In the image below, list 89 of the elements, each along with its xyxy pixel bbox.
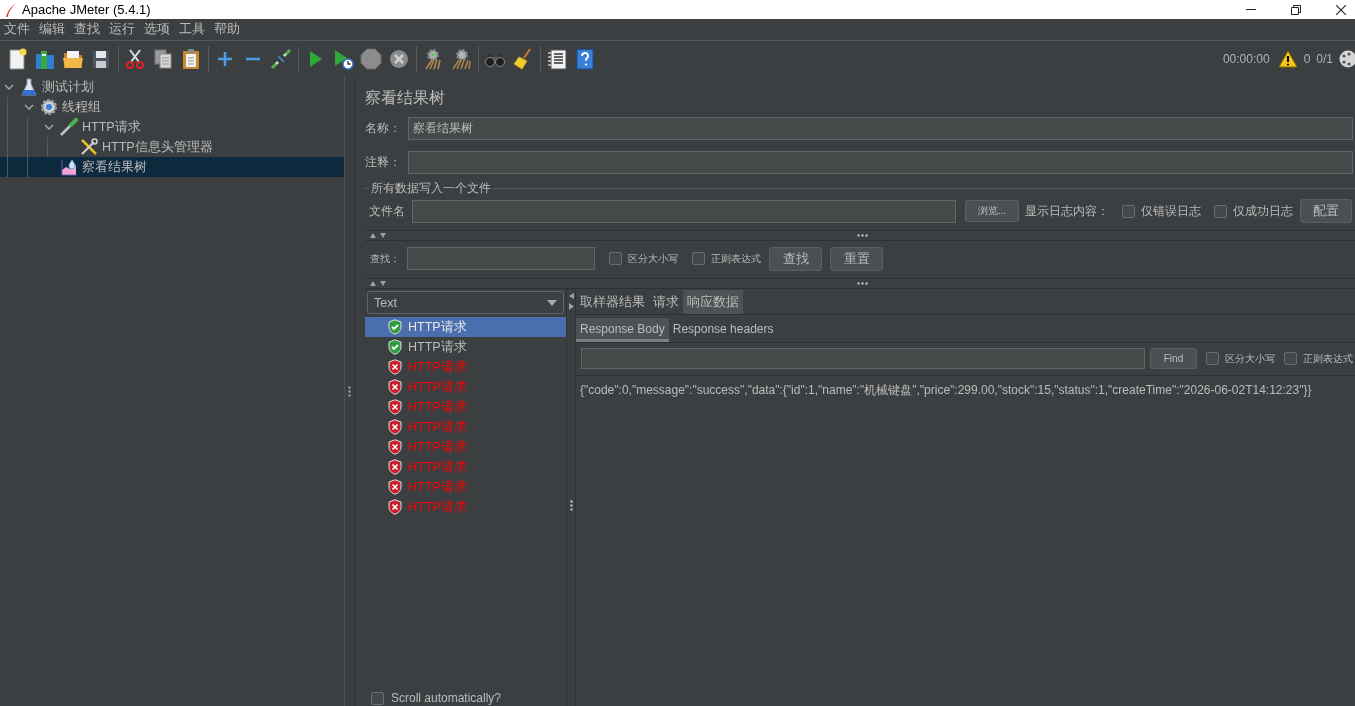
tab[interactable]: Response Body bbox=[576, 318, 669, 342]
menu-item[interactable]: 编辑 bbox=[35, 21, 69, 38]
checkbox[interactable] bbox=[371, 691, 384, 705]
tab[interactable]: Response headers bbox=[668, 318, 778, 342]
tree-item[interactable]: HTTP信息头管理器 bbox=[0, 137, 344, 157]
help-book-icon[interactable] bbox=[574, 47, 596, 70]
result-item[interactable]: HTTP请求 bbox=[365, 317, 566, 337]
checkbox[interactable] bbox=[1214, 204, 1227, 218]
play-clock-icon[interactable] bbox=[332, 47, 354, 70]
name-label: 名称： bbox=[365, 120, 402, 137]
checkbox-label[interactable]: 仅成功日志 bbox=[1233, 202, 1293, 220]
thread-count: 0/1 bbox=[1316, 51, 1333, 66]
close-icon[interactable] bbox=[1336, 4, 1346, 15]
config-button[interactable]: 配置 bbox=[1300, 199, 1352, 223]
file-name-field[interactable] bbox=[412, 199, 956, 223]
pens-icon[interactable] bbox=[270, 47, 292, 70]
copy-pages-icon[interactable] bbox=[152, 47, 174, 70]
triangle-arrows-icon[interactable] bbox=[370, 281, 387, 286]
grip-dots-icon[interactable] bbox=[857, 282, 868, 285]
tree-item[interactable]: HTTP请求 bbox=[0, 117, 344, 137]
warning-count: 0 bbox=[1303, 51, 1311, 66]
menu-item[interactable]: 选项 bbox=[140, 21, 174, 38]
chevron-down-icon[interactable] bbox=[24, 104, 34, 110]
file-name-label: 文件名 bbox=[369, 202, 406, 220]
gear-broom-icon[interactable] bbox=[450, 47, 472, 70]
checkbox-label[interactable]: 正则表达式 bbox=[711, 251, 761, 266]
result-item[interactable]: HTTP请求 bbox=[365, 337, 566, 357]
checkbox[interactable] bbox=[1122, 204, 1135, 218]
menu-item[interactable]: 文件 bbox=[0, 21, 34, 38]
window-title: Apache JMeter (5.4.1) bbox=[22, 2, 151, 17]
scissors-icon[interactable] bbox=[124, 47, 146, 70]
search-field[interactable] bbox=[407, 247, 595, 270]
chevron-down-icon[interactable] bbox=[4, 84, 14, 90]
search-field[interactable] bbox=[581, 348, 1145, 369]
checkbox[interactable] bbox=[609, 252, 622, 265]
browse-button[interactable]: 浏览... bbox=[965, 200, 1019, 222]
feather-icon bbox=[6, 2, 16, 17]
group-title: 所有数据写入一个文件 bbox=[370, 179, 492, 197]
response-body-text: {"code":0,"message":"success","data":{"id":1,"name":"机械键盘","price":299.00,"stock":15,"status":1,"createTime":"2026-06-02T14:12:23"}} bbox=[579, 382, 1313, 399]
list-icon[interactable] bbox=[546, 47, 568, 70]
warning-icon bbox=[1277, 49, 1298, 68]
triangle-arrows-icon[interactable] bbox=[568, 293, 574, 310]
broom-icon[interactable] bbox=[512, 47, 534, 70]
menu-item[interactable]: 帮助 bbox=[210, 21, 244, 38]
checkbox-label[interactable]: Scroll automatically? bbox=[391, 691, 502, 705]
find-button[interactable]: Find bbox=[1150, 348, 1197, 369]
page-icon[interactable] bbox=[6, 47, 28, 70]
flask-icon bbox=[20, 78, 38, 96]
elapsed-time: 00:00:00 bbox=[1222, 51, 1270, 66]
checkbox-label[interactable]: 正则表达式 bbox=[1303, 351, 1353, 366]
panel-title: 察看结果树 bbox=[365, 88, 446, 108]
menu-item[interactable]: 查找 bbox=[70, 21, 104, 38]
renderer-dropdown[interactable]: Text bbox=[367, 291, 564, 314]
grip-dots-icon[interactable] bbox=[348, 385, 351, 397]
gear-broom-icon[interactable] bbox=[422, 47, 444, 70]
clipboard-icon[interactable] bbox=[180, 47, 202, 70]
gear-icon bbox=[40, 98, 58, 116]
reset-button[interactable]: 重置 bbox=[830, 246, 883, 271]
tab[interactable]: 请求 bbox=[649, 290, 683, 314]
checkbox-label[interactable]: 区分大小写 bbox=[1225, 351, 1275, 366]
caret-down-icon bbox=[547, 299, 557, 306]
menu-item[interactable]: 运行 bbox=[105, 21, 139, 38]
tree-item[interactable]: 测试计划 bbox=[0, 77, 344, 97]
tab[interactable]: 取样器结果 bbox=[576, 290, 649, 314]
area-chart-icon bbox=[60, 158, 78, 176]
wrench-screwdriver-icon bbox=[80, 138, 98, 156]
checkbox[interactable] bbox=[1206, 352, 1219, 365]
x-circle-icon[interactable] bbox=[388, 47, 410, 70]
checkbox[interactable] bbox=[692, 252, 705, 265]
checkbox[interactable] bbox=[1284, 352, 1297, 365]
grip-dots-icon[interactable] bbox=[857, 234, 868, 237]
restore-icon[interactable] bbox=[1291, 4, 1301, 15]
chevron-down-icon[interactable] bbox=[44, 124, 54, 130]
find-button[interactable]: 查找 bbox=[769, 246, 822, 271]
tree-item[interactable]: 察看结果树 bbox=[0, 157, 344, 177]
tree-item[interactable]: 线程组 bbox=[0, 97, 344, 117]
menu-item[interactable]: 工具 bbox=[175, 21, 209, 38]
triangle-arrows-icon[interactable] bbox=[370, 233, 387, 238]
log-content-label: 显示日志内容： bbox=[1025, 202, 1109, 220]
search-label: 查找： bbox=[370, 251, 401, 266]
name-field[interactable]: 察看结果树 bbox=[408, 117, 1353, 140]
comment-field[interactable] bbox=[408, 151, 1353, 174]
tab[interactable]: 响应数据 bbox=[683, 290, 743, 314]
checkbox-label[interactable]: 区分大小写 bbox=[628, 251, 678, 266]
checkbox-label[interactable]: 仅错误日志 bbox=[1141, 202, 1201, 220]
pipette-icon bbox=[60, 118, 78, 136]
stop-sign-icon[interactable] bbox=[360, 47, 382, 70]
grip-dots-icon[interactable] bbox=[569, 500, 573, 511]
comment-label: 注释： bbox=[365, 154, 402, 171]
